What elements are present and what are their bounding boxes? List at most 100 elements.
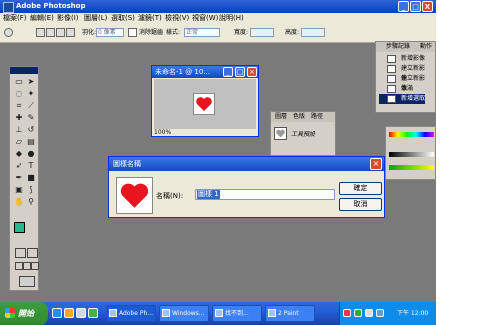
doc-maximize-button[interactable]: □ (235, 67, 245, 77)
antialias-label: 消除鋸齒 (139, 29, 164, 36)
volume-icon[interactable] (365, 309, 373, 317)
subtract-selection-icon[interactable] (56, 28, 65, 37)
doc-close-button[interactable]: × (247, 67, 257, 77)
tab-history[interactable]: 步驟記錄 (386, 42, 410, 52)
jump-to-imageready-icon[interactable] (19, 276, 35, 287)
clone-stamp-icon[interactable]: ⊥ (14, 125, 24, 135)
pen-icon[interactable]: ✒ (14, 173, 24, 183)
standard-mode-icon[interactable] (15, 248, 26, 258)
tray-icon[interactable] (354, 309, 362, 317)
close-button[interactable]: X (422, 1, 433, 12)
screen-mode-full-icon[interactable] (31, 262, 39, 270)
green-ramp[interactable] (389, 165, 434, 170)
shape-icon[interactable]: ■ (26, 173, 36, 183)
screen-mode-standard-icon[interactable] (15, 262, 23, 270)
network-icon[interactable] (376, 309, 384, 317)
menu-bar: 檔案(F) 編輯(E) 影像(I) 圖層(L) 選取(S) 濾鏡(T) 檢視(V… (0, 13, 436, 24)
quicklaunch-folder-icon[interactable] (64, 308, 74, 318)
menu-layer[interactable]: 圖層(L) (84, 13, 107, 24)
dialog-title[interactable]: 圖樣名稱 (109, 157, 384, 171)
zoom-icon[interactable]: ⚲ (26, 197, 36, 207)
cancel-button[interactable]: 取消 (339, 198, 382, 211)
slice-icon[interactable]: ⟋ (26, 101, 36, 111)
tab-paths[interactable]: 路徑 (311, 112, 323, 122)
task-paint[interactable]: 2 Paint (265, 305, 315, 322)
quicklaunch-media-icon[interactable] (88, 308, 98, 318)
tab-actions[interactable]: 動作 (420, 42, 432, 52)
task-photoshop[interactable]: Adobe Ph... (106, 305, 156, 322)
move-icon[interactable]: ➤ (26, 77, 36, 87)
screen-mode-full-menu-icon[interactable] (23, 262, 31, 270)
app-title: Adobe Photoshop (16, 2, 86, 10)
feather-input[interactable]: 0 像素 (96, 28, 124, 37)
color-ramp[interactable] (389, 132, 434, 137)
canvas-area[interactable] (154, 79, 256, 129)
tray-icon[interactable] (343, 309, 351, 317)
magic-wand-icon[interactable]: ✦ (26, 89, 36, 99)
hand-icon[interactable]: ✋ (14, 197, 24, 207)
toolbox-titlebar[interactable] (10, 67, 38, 74)
new-selection-icon[interactable] (36, 28, 45, 37)
crop-icon[interactable]: ⌗ (14, 101, 24, 111)
antialias-checkbox[interactable] (128, 28, 137, 37)
name-input[interactable]: 圖樣 1 (195, 189, 335, 200)
windows-logo-icon (5, 308, 15, 318)
healing-brush-icon[interactable]: ✚ (14, 113, 24, 123)
dodge-icon[interactable]: ● (26, 149, 36, 159)
width-input[interactable] (250, 28, 274, 37)
eraser-icon[interactable]: ▱ (14, 137, 24, 147)
quicklaunch-ie-icon[interactable] (52, 308, 62, 318)
preset-label: 工具預設 (291, 131, 316, 138)
brush-icon[interactable]: ✎ (26, 113, 36, 123)
blur-icon[interactable]: ◆ (14, 149, 24, 159)
menu-file[interactable]: 檔案(F) (3, 13, 27, 24)
layers-palette: 圖層 色版 路徑 工具預設 (270, 111, 336, 156)
dialog-close-button[interactable]: × (370, 158, 382, 170)
clock[interactable]: 下午 12:00 (397, 302, 428, 325)
menu-image[interactable]: 影像(I) (57, 13, 79, 24)
menu-help[interactable]: 說明(H) (219, 13, 244, 24)
task-windows[interactable]: Windows... (159, 305, 209, 322)
minimize-button[interactable]: _ (398, 1, 409, 12)
marquee-icon[interactable]: ▭ (14, 77, 24, 87)
menu-window[interactable]: 視窗(W) (192, 13, 218, 24)
quick-mask-icon[interactable] (27, 248, 38, 258)
menu-select[interactable]: 選取(S) (111, 13, 135, 24)
paint-task-icon (268, 309, 276, 317)
gradient-icon[interactable]: ▤ (26, 137, 36, 147)
tab-layers[interactable]: 圖層 (275, 112, 287, 122)
document-window: 未命名-1 @ 10... _ □ × 100% (151, 65, 259, 137)
history-item[interactable]: 建立新影像 (379, 74, 425, 92)
quicklaunch-desktop-icon[interactable] (76, 308, 86, 318)
name-input-value: 圖樣 1 (197, 190, 220, 199)
intersect-selection-icon[interactable] (66, 28, 75, 37)
zoom-level[interactable]: 100% (154, 129, 171, 136)
canvas[interactable] (193, 93, 215, 115)
history-item[interactable]: 新增影像 (379, 54, 425, 64)
history-brush-icon[interactable]: ↺ (26, 125, 36, 135)
history-item[interactable]: 建立新影像 (379, 64, 425, 82)
history-item-selected[interactable]: 新增選取 (379, 94, 425, 104)
add-selection-icon[interactable] (46, 28, 55, 37)
type-icon[interactable]: T (26, 161, 36, 171)
foreground-color-swatch[interactable] (14, 222, 25, 233)
ok-button[interactable]: 確定 (339, 182, 382, 195)
marquee-tool-icon[interactable] (4, 28, 13, 37)
maximize-button[interactable]: □ (410, 1, 421, 12)
doc-minimize-button[interactable]: _ (223, 67, 233, 77)
lasso-icon[interactable]: ◌ (14, 89, 24, 99)
height-input[interactable] (301, 28, 325, 37)
menu-filter[interactable]: 濾鏡(T) (138, 13, 162, 24)
gray-ramp[interactable] (389, 152, 434, 157)
history-item[interactable]: 填滿 (379, 84, 425, 94)
style-select[interactable]: 正常 (184, 28, 220, 37)
notes-icon[interactable]: ▣ (14, 185, 24, 195)
path-select-icon[interactable]: ➶ (14, 161, 24, 171)
task-not-found[interactable]: 找不到... (212, 305, 262, 322)
start-button[interactable]: 開始 (0, 302, 48, 325)
menu-view[interactable]: 檢視(V) (165, 13, 189, 24)
eyedropper-icon[interactable]: ⟆ (26, 185, 36, 195)
menu-edit[interactable]: 編輯(E) (30, 13, 54, 24)
preset-thumbnail-icon[interactable] (274, 127, 287, 140)
tab-channels[interactable]: 色版 (293, 112, 305, 122)
